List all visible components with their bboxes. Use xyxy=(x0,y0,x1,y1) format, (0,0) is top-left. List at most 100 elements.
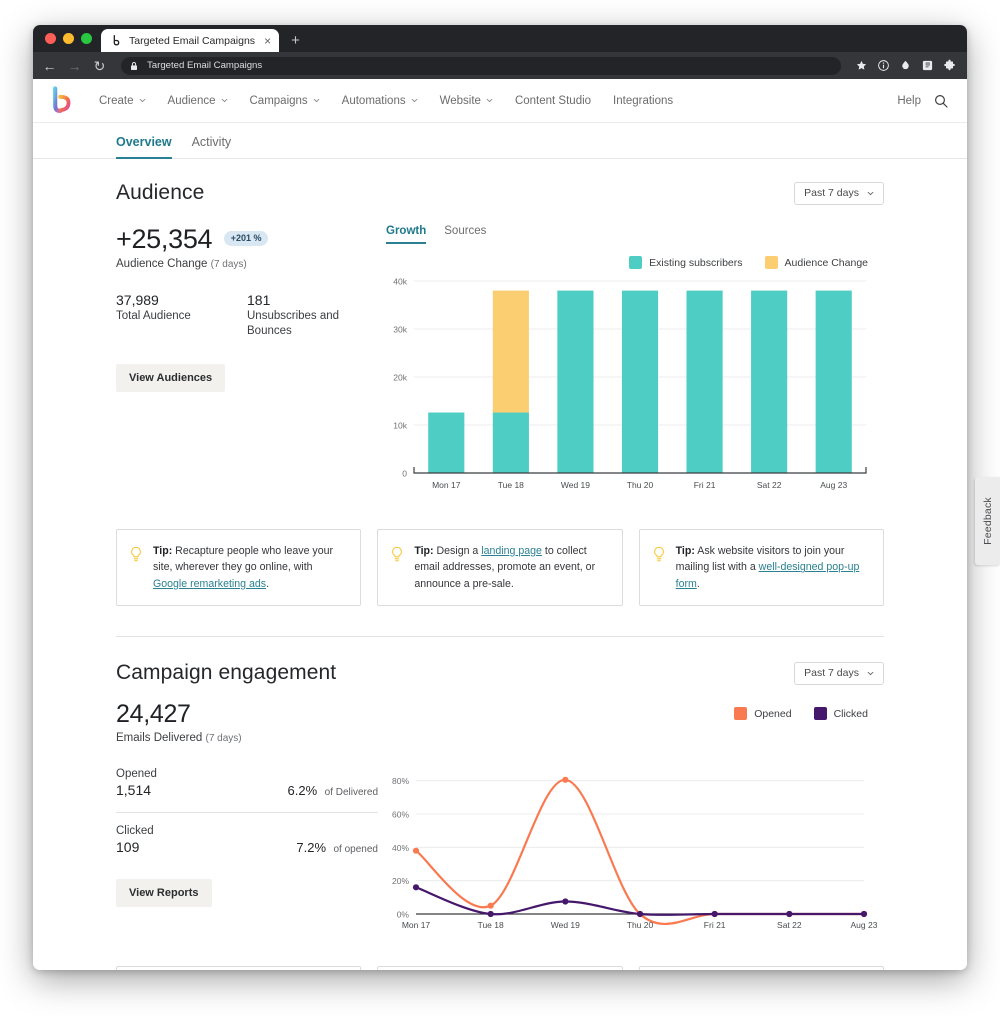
tab-label: Overview xyxy=(116,135,172,149)
tab-label: Activity xyxy=(191,135,232,149)
x-axis-tick-label: Wed 19 xyxy=(551,920,580,930)
tip-card[interactable]: Tip: Recapture people who leave your sit… xyxy=(116,529,362,607)
app-logo-icon[interactable] xyxy=(44,85,78,116)
engagement-date-range-label: Past 7 days xyxy=(804,667,859,680)
browser-tab[interactable]: Targeted Email Campaigns × xyxy=(101,29,280,52)
data-point-marker[interactable] xyxy=(636,911,644,918)
audience-stats-column: +25,354 +201 % Audience Change (7 days) … xyxy=(116,224,378,503)
bar-segment-existing[interactable] xyxy=(492,412,529,473)
nav-item-label: Content Studio xyxy=(514,94,592,107)
data-point-marker[interactable] xyxy=(562,776,569,784)
tab-close-icon[interactable]: × xyxy=(261,35,271,47)
y-axis-tick-label: 0% xyxy=(397,910,410,920)
tip-card[interactable]: Tip: Ask website visitors to join your m… xyxy=(638,529,884,607)
extensions-puzzle-icon[interactable] xyxy=(943,59,956,72)
engagement-line-chart[interactable]: 0% 20% 40% 60% 80% Mon 17 Tue 18 Wed 19 Thu 20 Fr… xyxy=(378,730,884,940)
data-point-marker[interactable] xyxy=(786,911,793,918)
browser-toolbar-icons xyxy=(855,59,958,72)
bar-segment-existing[interactable] xyxy=(621,290,659,473)
audience-change-block: +25,354 +201 % Audience Change (7 days) xyxy=(116,224,378,270)
data-point-marker[interactable] xyxy=(860,911,868,918)
tip-link[interactable]: landing page xyxy=(481,545,542,557)
line-series-clicked[interactable] xyxy=(414,886,866,917)
data-point-marker[interactable] xyxy=(487,911,494,918)
nav-item-website[interactable]: Website xyxy=(429,95,504,107)
info-circle-icon[interactable] xyxy=(877,59,890,72)
y-axis-tick-label: 80% xyxy=(392,776,409,786)
emails-delivered-label: Emails Delivered xyxy=(116,731,203,744)
view-audiences-button[interactable]: View Audiences xyxy=(116,363,226,392)
bar-segment-existing[interactable] xyxy=(428,412,465,473)
nav-item-content-studio[interactable]: Content Studio xyxy=(504,95,602,107)
line-series-opened[interactable] xyxy=(414,778,866,926)
nav-item-create[interactable]: Create xyxy=(88,95,157,107)
tab-overview[interactable]: Overview xyxy=(116,135,172,159)
back-button[interactable]: ← xyxy=(42,59,57,73)
x-axis-tick-label: Sat 22 xyxy=(777,920,802,930)
bar-segment-existing[interactable] xyxy=(557,290,594,473)
audience-date-range-select[interactable]: Past 7 days xyxy=(794,181,884,205)
engagement-date-range-select[interactable]: Past 7 days xyxy=(794,661,884,685)
chevron-down-icon xyxy=(139,98,145,103)
metric-percent-note: of opened xyxy=(333,843,379,855)
audience-change-period: (7 days) xyxy=(210,258,247,270)
window-traffic-lights xyxy=(43,25,101,52)
x-axis-tick-label: Mon 17 xyxy=(432,480,461,490)
bar-segment-existing[interactable] xyxy=(751,290,788,473)
minimize-window-button[interactable] xyxy=(63,33,74,44)
close-window-button[interactable] xyxy=(45,33,56,44)
bar-chart-svg: 0 10k 20k 30k 40k Mon 17 Tue 18 Wed 19 Thu 20 Fri… xyxy=(393,277,867,490)
metric-divider xyxy=(116,811,378,813)
metric-percent: 6.2% xyxy=(287,782,318,798)
nav-item-integrations[interactable]: Integrations xyxy=(602,95,684,107)
app-page: Create Audience Campaigns Automations We… xyxy=(33,79,967,970)
view-reports-button[interactable]: View Reports xyxy=(116,878,212,907)
metric-row-clicked: Clicked 109 7.2% of opened xyxy=(116,825,378,857)
bar-segment-existing[interactable] xyxy=(686,290,723,473)
bookmark-star-icon[interactable] xyxy=(855,59,868,72)
screenshot-root: Targeted Email Campaigns × + ← → ↻ Targe… xyxy=(0,0,1000,1016)
chart-tab-growth[interactable]: Growth xyxy=(386,225,427,244)
data-point-marker[interactable] xyxy=(711,911,718,918)
tip-card[interactable]: Tip: Design a landing page to collect em… xyxy=(377,529,623,607)
chart-tab-sources[interactable]: Sources xyxy=(444,225,486,244)
bar-segment-existing[interactable] xyxy=(815,290,852,473)
address-bar[interactable]: Targeted Email Campaigns xyxy=(121,56,841,75)
legend-item-existing-subscribers: Existing subscribers xyxy=(629,256,743,269)
tip-link[interactable]: Google remarketing ads xyxy=(153,578,266,590)
data-point-marker[interactable] xyxy=(562,898,569,905)
tip-card[interactable]: Tip: Not getting the response you want? … xyxy=(638,966,884,970)
maximize-window-button[interactable] xyxy=(81,33,92,44)
chevron-down-icon xyxy=(411,98,417,103)
nav-item-campaigns[interactable]: Campaigns xyxy=(239,95,331,107)
audience-change-value: +25,354 xyxy=(116,224,213,254)
reading-list-icon[interactable] xyxy=(921,59,934,72)
nav-item-automations[interactable]: Automations xyxy=(331,95,429,107)
lightbulb-icon xyxy=(131,546,141,562)
reload-button[interactable]: ↻ xyxy=(92,59,107,73)
bar-chart-legend: Existing subscribers Audience Change xyxy=(378,256,884,269)
tip-lead: Tip: xyxy=(153,545,173,557)
tip-card[interactable]: Tip: Improve open and click rates by seg… xyxy=(377,966,623,970)
legend-swatch xyxy=(629,256,643,269)
data-point-marker[interactable] xyxy=(412,884,420,891)
nav-help-link[interactable]: Help xyxy=(885,95,933,107)
feedback-tab[interactable]: Feedback xyxy=(975,477,1000,565)
forward-button[interactable]: → xyxy=(67,59,82,73)
chart-tab-label: Growth xyxy=(386,225,427,237)
nav-item-audience[interactable]: Audience xyxy=(157,95,239,107)
bar-segment-change[interactable] xyxy=(492,290,529,413)
search-icon[interactable] xyxy=(933,93,949,109)
stat-label: Unsubscribes and Bounces xyxy=(247,309,340,338)
tab-activity[interactable]: Activity xyxy=(192,135,232,159)
data-point-marker[interactable] xyxy=(487,902,494,909)
audience-growth-bar-chart[interactable]: 0 10k 20k 30k 40k Mon 17 Tue 18 Wed 19 Thu 20 Fri… xyxy=(378,273,884,503)
new-tab-button[interactable]: + xyxy=(279,32,310,52)
stat-value: 181 xyxy=(247,291,271,308)
browser-tab-bar: Targeted Email Campaigns × + xyxy=(33,25,967,52)
stat-label: Total Audience xyxy=(116,309,191,322)
y-axis-tick-label: 10k xyxy=(393,421,407,431)
data-point-marker[interactable] xyxy=(412,847,420,854)
paint-drop-icon[interactable] xyxy=(899,59,912,72)
tip-card[interactable]: Tip: Increase engagement by identifying … xyxy=(116,966,362,970)
